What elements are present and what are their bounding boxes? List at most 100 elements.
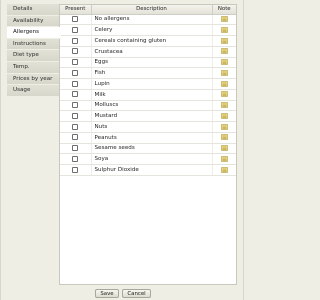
table-row[interactable]: Sulphur Dioxide [60, 164, 236, 176]
tab-details[interactable]: Details [7, 4, 59, 16]
present-checkbox[interactable] [72, 155, 79, 162]
note-icon[interactable] [221, 102, 228, 108]
note-icon[interactable] [221, 80, 228, 87]
table-row[interactable]: Nuts [60, 121, 236, 133]
allergen-description: Celery [91, 24, 213, 36]
allergen-editor-window: Details Availability Allergens Instructi… [0, 0, 244, 300]
present-checkbox[interactable] [72, 16, 79, 23]
allergen-description: Sesame seeds [91, 143, 213, 155]
note-icon[interactable] [221, 113, 228, 119]
allergen-description: Peanuts [91, 132, 213, 144]
table-row[interactable]: Peanuts [60, 132, 236, 144]
present-cell [60, 35, 92, 47]
present-cell [60, 14, 92, 26]
side-tabs: Details Availability Allergens Instructi… [7, 4, 61, 97]
cancel-button[interactable]: Cancel [122, 289, 151, 298]
table-row[interactable]: No allergens [60, 14, 236, 26]
table-row[interactable]: Milk [60, 89, 236, 101]
note-cell [212, 164, 236, 176]
note-cell [212, 67, 236, 79]
present-cell [60, 67, 92, 79]
tab-allergens[interactable]: Allergens [7, 27, 61, 39]
note-cell [212, 143, 236, 155]
column-header-description[interactable]: Description [91, 5, 213, 15]
present-cell [60, 89, 92, 101]
table-row[interactable]: Celery [60, 24, 236, 36]
note-icon[interactable] [221, 91, 228, 98]
note-icon[interactable] [221, 48, 228, 55]
allergen-description: Cereals containing gluten [91, 35, 213, 47]
tab-temp[interactable]: Temp. [7, 61, 59, 74]
allergen-description: Lupin [91, 78, 213, 90]
note-icon[interactable] [221, 59, 228, 65]
present-cell [60, 143, 92, 155]
allergen-description: Fish [91, 67, 213, 79]
table-row[interactable]: Crustacea [60, 46, 236, 58]
present-cell [60, 24, 92, 36]
column-header-present[interactable]: Present [60, 5, 92, 15]
tab-diet-type[interactable]: Diet type [7, 50, 59, 62]
note-cell [212, 57, 236, 69]
table-row[interactable]: Sesame seeds [60, 143, 236, 155]
present-checkbox[interactable] [72, 102, 79, 109]
note-cell [212, 46, 236, 58]
allergen-description: Soya [91, 153, 213, 165]
present-checkbox[interactable] [72, 48, 79, 55]
present-checkbox[interactable] [72, 123, 79, 130]
tab-usage[interactable]: Usage [7, 85, 59, 97]
present-checkbox[interactable] [72, 145, 79, 152]
note-cell [212, 153, 236, 165]
table-row[interactable]: Eggs [60, 57, 236, 69]
present-checkbox[interactable] [72, 69, 79, 76]
note-icon[interactable] [221, 145, 228, 151]
present-checkbox[interactable] [72, 26, 79, 33]
note-icon[interactable] [221, 70, 228, 76]
allergen-description: No allergens [91, 14, 213, 26]
note-cell [212, 132, 236, 144]
tab-instructions[interactable]: Instructions [7, 38, 59, 51]
present-cell [60, 110, 92, 122]
allergen-description: Sulphur Dioxide [91, 164, 213, 176]
allergen-description: Crustacea [91, 46, 213, 58]
table-row[interactable]: Fish [60, 67, 236, 79]
table-row[interactable]: Lupin [60, 78, 236, 90]
save-button[interactable]: Save [95, 289, 119, 298]
allergens-panel: Present Description Note No allergens Cel… [59, 4, 237, 285]
present-checkbox[interactable] [72, 37, 79, 44]
note-cell [212, 35, 236, 47]
present-cell [60, 57, 92, 69]
present-cell [60, 46, 92, 58]
column-header-note[interactable]: Note [212, 5, 236, 15]
note-icon[interactable] [221, 123, 228, 130]
present-checkbox[interactable] [72, 166, 79, 173]
present-checkbox[interactable] [72, 112, 79, 119]
note-cell [212, 24, 236, 36]
present-checkbox[interactable] [72, 59, 79, 66]
allergen-description: Mustard [91, 110, 213, 122]
dialog-footer: Save Cancel [1, 287, 245, 300]
present-checkbox[interactable] [72, 91, 79, 98]
note-cell [212, 78, 236, 90]
present-cell [60, 132, 92, 144]
present-checkbox[interactable] [72, 80, 79, 87]
table-row[interactable]: Molluscs [60, 100, 236, 112]
tab-availability[interactable]: Availability [7, 15, 59, 28]
note-icon[interactable] [221, 16, 228, 22]
note-icon[interactable] [221, 134, 228, 141]
present-cell [60, 78, 92, 90]
note-icon[interactable] [221, 156, 228, 162]
table-row[interactable]: Cereals containing gluten [60, 35, 236, 47]
allergen-description: Milk [91, 89, 213, 101]
table-row[interactable]: Soya [60, 153, 236, 165]
note-cell [212, 14, 236, 26]
note-icon[interactable] [221, 37, 228, 44]
allergen-description: Eggs [91, 57, 213, 69]
present-checkbox[interactable] [72, 134, 79, 141]
present-cell [60, 153, 92, 165]
note-icon[interactable] [221, 166, 228, 173]
note-icon[interactable] [221, 27, 228, 33]
tab-prices-by-year[interactable]: Prices by year [7, 73, 59, 86]
note-cell [212, 121, 236, 133]
note-cell [212, 89, 236, 101]
table-row[interactable]: Mustard [60, 110, 236, 122]
